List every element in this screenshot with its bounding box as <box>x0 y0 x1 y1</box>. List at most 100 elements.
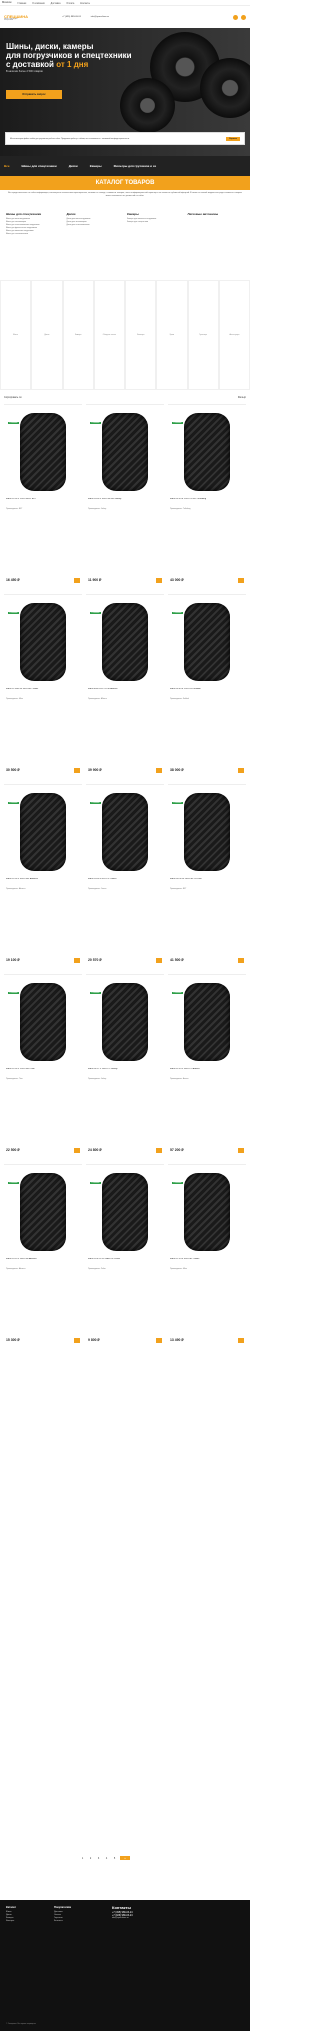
product-card[interactable]: В наличии Шина 400/70-20 IT-510 Alliance П… <box>86 594 164 784</box>
product-image[interactable]: В наличии <box>170 408 244 496</box>
product-name[interactable]: Шина 10.0/75-15.3 AW-702 Petlas <box>88 1258 162 1266</box>
product-name[interactable]: Шина 12-16.5 12PR SKS-1 BKT <box>6 498 80 506</box>
category-link[interactable]: Шины для сельхозтехники <box>6 233 63 236</box>
product-image[interactable]: В наличии <box>88 1168 162 1256</box>
product-card[interactable]: В наличии Шина 16/70-20 14PR MPT-01 BKT Пр… <box>168 784 246 974</box>
product-card[interactable]: В наличии Шина 16.9-28 12PR TR-459 Trelle… <box>168 404 246 594</box>
product-card[interactable]: В наличии Шина 14-17.5 14PR L-2 Galaxy Про… <box>86 974 164 1164</box>
page-link[interactable]: 5 <box>112 1856 117 1860</box>
product-card[interactable]: В наличии Шина 12.5-20 10PR MPT Mitas Прои… <box>168 1164 246 1354</box>
top-menu-item[interactable]: О компании <box>32 3 45 5</box>
product-image[interactable]: В наличии <box>6 598 80 686</box>
category-tile[interactable]: Аксессуары <box>218 280 250 390</box>
footer-link[interactable]: Фильтры <box>6 1920 46 1923</box>
top-menu-item[interactable]: Доставка <box>51 3 61 5</box>
product-image[interactable]: В наличии <box>88 408 162 496</box>
add-to-cart-button[interactable] <box>156 768 162 773</box>
product-image[interactable]: В наличии <box>88 788 162 876</box>
category-link[interactable]: Камеры для спецтехники <box>127 221 184 224</box>
product-name[interactable]: Шина 12.5/80-18 14PR MPT Mitas <box>6 688 80 696</box>
product-card[interactable]: В наличии Шина 12-16.5 10PR SKZ Advance Пр… <box>4 784 82 974</box>
product-image[interactable]: В наличии <box>170 788 244 876</box>
category-tile[interactable]: Гусеницы <box>187 280 219 390</box>
product-image[interactable]: В наличии <box>170 598 244 686</box>
add-to-cart-button[interactable] <box>156 578 162 583</box>
product-image[interactable]: В наличии <box>6 1168 80 1256</box>
footer-link[interactable]: Контакты <box>54 1920 94 1923</box>
product-name[interactable]: Шина 10-16.5 10PR SK-900 Galaxy <box>88 498 162 506</box>
add-to-cart-button[interactable] <box>238 1148 244 1153</box>
site-logo[interactable]: СПЕЦШИНА шины и диски для спецтехники <box>4 13 28 21</box>
product-card[interactable]: В наличии Шина 10.0/75-15.3 AW-702 Petlas… <box>86 1164 164 1354</box>
product-image[interactable]: В наличии <box>6 788 80 876</box>
top-menu-item[interactable]: Контакты <box>80 3 90 5</box>
add-to-cart-button[interactable] <box>156 958 162 963</box>
page-link[interactable]: 1 <box>80 1856 85 1860</box>
category-title[interactable]: Камеры <box>127 212 184 216</box>
page-link[interactable]: 4 <box>104 1856 109 1860</box>
send-request-button[interactable]: Отправить запрос <box>6 90 62 99</box>
product-name[interactable]: Шина 10-16.5 8PR L-5 Camso <box>88 878 162 886</box>
product-card[interactable]: В наличии Шина 10-16.5 8PR L-5 Camso Произ… <box>86 784 164 974</box>
product-name[interactable]: Шина 16.9-28 12PR TR-459 Trelleborg <box>170 498 244 506</box>
product-card[interactable]: В наличии Шина 12.5/80-18 14PR MPT Mitas П… <box>4 594 82 784</box>
header-phone[interactable]: +7 (495) 989-03-24 <box>62 16 81 18</box>
product-card[interactable]: В наличии Шина 12-16.5 12PR SKS Titan Прои… <box>4 974 82 1164</box>
next-page-button[interactable]: » <box>120 1856 130 1860</box>
top-menu-item[interactable]: Оплата <box>66 3 74 5</box>
product-name[interactable]: Шина 15-19.5 14PR SK Advance <box>6 1258 80 1266</box>
add-to-cart-button[interactable] <box>156 1338 162 1343</box>
category-tile[interactable]: Фильтры <box>125 280 157 390</box>
add-to-cart-button[interactable] <box>238 1338 244 1343</box>
product-card[interactable]: В наличии Шина 23.5-25 16PR L-3 Armour Про… <box>168 974 246 1164</box>
product-name[interactable]: Шина 12.5-20 10PR MPT Mitas <box>170 1258 244 1266</box>
add-to-cart-button[interactable] <box>74 1148 80 1153</box>
page-link[interactable]: 2 <box>88 1856 93 1860</box>
product-card[interactable]: В наличии Шина 12-16.5 12PR SKS-1 BKT Прои… <box>4 404 82 594</box>
product-name[interactable]: Шина 18.4-26 12PR R-4 Solideal <box>170 688 244 696</box>
nav-item-all[interactable]: Все <box>4 164 10 168</box>
product-image[interactable]: В наличии <box>6 408 80 496</box>
category-tile[interactable]: Шины <box>0 280 32 390</box>
filter-toggle[interactable]: Фильтр <box>238 396 246 399</box>
nav-item-tubes[interactable]: Камеры <box>90 164 102 168</box>
product-image[interactable]: В наличии <box>88 978 162 1066</box>
product-card[interactable]: В наличии Шина 18.4-26 12PR R-4 Solideal П… <box>168 594 246 784</box>
header-email[interactable]: info@specshina.ru <box>91 16 109 18</box>
category-tile[interactable]: Камеры <box>62 280 94 390</box>
category-tile[interactable]: Цепи <box>156 280 188 390</box>
nav-item-filters[interactable]: Фильтры для грузчиков и се <box>114 164 157 168</box>
product-image[interactable]: В наличии <box>170 1168 244 1256</box>
product-card[interactable]: В наличии Шина 10-16.5 10PR SK-900 Galaxy… <box>86 404 164 594</box>
add-to-cart-button[interactable] <box>238 768 244 773</box>
sort-dropdown[interactable]: Сортировать по <box>4 396 22 399</box>
search-icon[interactable] <box>233 14 238 20</box>
add-to-cart-button[interactable] <box>74 578 80 583</box>
product-name[interactable]: Шина 12-16.5 12PR SKS Titan <box>6 1068 80 1076</box>
cart-icon[interactable] <box>241 14 246 20</box>
product-image[interactable]: В наличии <box>170 978 244 1066</box>
category-tile[interactable]: Ободные ленты <box>93 280 125 390</box>
category-title[interactable]: Диски <box>67 212 124 216</box>
page-link[interactable]: 3 <box>96 1856 101 1860</box>
category-title[interactable]: Легковые автошины <box>188 212 245 216</box>
nav-item-rims[interactable]: Диски <box>69 164 78 168</box>
product-name[interactable]: Шина 12-16.5 10PR SKZ Advance <box>6 878 80 886</box>
category-title[interactable]: Шины для спецтехники <box>6 212 63 216</box>
product-image[interactable]: В наличии <box>6 978 80 1066</box>
add-to-cart-button[interactable] <box>74 1338 80 1343</box>
add-to-cart-button[interactable] <box>238 578 244 583</box>
product-name[interactable]: Шина 400/70-20 IT-510 Alliance <box>88 688 162 696</box>
cookie-accept-button[interactable]: Хорошо <box>226 136 240 141</box>
footer-email[interactable]: info@specshina.ru <box>112 1917 202 1920</box>
city-selector[interactable]: Moscow <box>2 1 12 4</box>
add-to-cart-button[interactable] <box>238 958 244 963</box>
add-to-cart-button[interactable] <box>156 1148 162 1153</box>
product-name[interactable]: Шина 16/70-20 14PR MPT-01 BKT <box>170 878 244 886</box>
nav-item-tires[interactable]: Шины для спецтехники <box>22 164 57 168</box>
top-menu-item[interactable]: Главная <box>18 3 27 5</box>
category-tile[interactable]: Диски <box>31 280 63 390</box>
product-card[interactable]: В наличии Шина 15-19.5 14PR SK Advance Про… <box>4 1164 82 1354</box>
add-to-cart-button[interactable] <box>74 958 80 963</box>
product-name[interactable]: Шина 14-17.5 14PR L-2 Galaxy <box>88 1068 162 1076</box>
